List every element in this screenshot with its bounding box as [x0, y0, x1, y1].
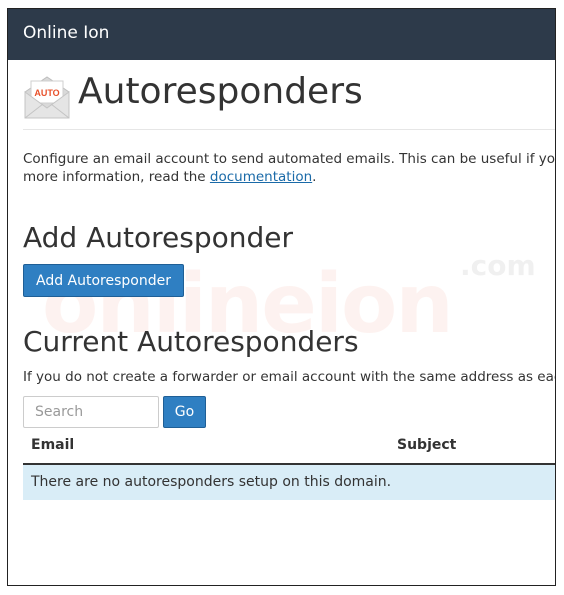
- go-button[interactable]: Go: [163, 396, 206, 428]
- add-autoresponder-button[interactable]: Add Autoresponder: [23, 264, 184, 297]
- top-navbar: Online Ion: [8, 9, 555, 60]
- current-autoresponders-heading: Current Autoresponders: [23, 325, 359, 358]
- forwarder-info-text: If you do not create a forwarder or emai…: [23, 369, 555, 385]
- title-divider: [23, 129, 555, 130]
- auto-icon-label: AUTO: [34, 88, 59, 98]
- description-suffix: .: [312, 169, 317, 185]
- description-prefix: more information, read the: [23, 169, 210, 185]
- brand-name[interactable]: Online Ion: [23, 23, 109, 43]
- column-header-subject[interactable]: Subject: [397, 437, 456, 453]
- documentation-link[interactable]: documentation: [210, 169, 312, 185]
- autoresponder-envelope-icon: AUTO: [24, 76, 70, 119]
- page-description: Configure an email account to send autom…: [23, 150, 556, 186]
- watermark-suffix: .com: [460, 249, 536, 282]
- page-title: Autoresponders: [78, 71, 363, 112]
- column-header-email[interactable]: Email: [31, 437, 74, 453]
- empty-message: There are no autoresponders setup on thi…: [31, 474, 392, 490]
- description-line-1: Configure an email account to send autom…: [23, 151, 556, 167]
- search-input[interactable]: [23, 396, 159, 428]
- table-empty-row: There are no autoresponders setup on thi…: [23, 465, 555, 500]
- add-autoresponder-heading: Add Autoresponder: [23, 221, 293, 254]
- description-line-2: more information, read the documentation…: [23, 168, 555, 186]
- browser-frame: Online Ion onlineion .com AUTO Autorespo…: [7, 8, 556, 586]
